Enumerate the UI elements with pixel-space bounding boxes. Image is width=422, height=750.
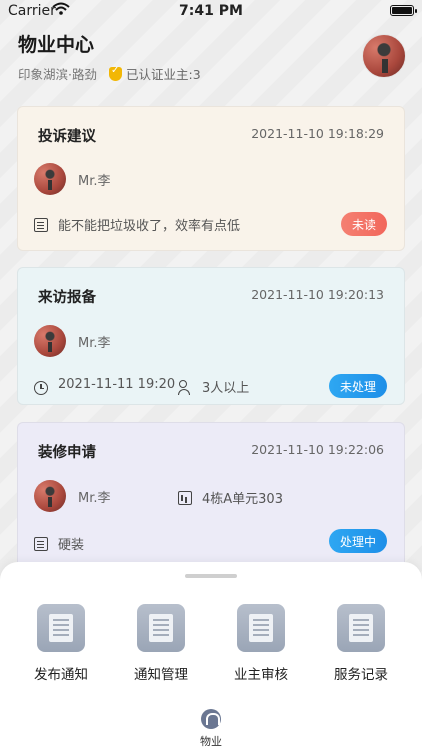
action-menu: 发布通知 通知管理 业主审核 服务记录 — [0, 604, 422, 684]
card-title: 来访报备 — [38, 290, 96, 306]
battery-icon — [390, 5, 417, 16]
card-visit[interactable]: 来访报备 2021-11-10 19:20:13 Mr.李 2021-11-11… — [17, 267, 405, 405]
header: 物业中心 印象湖滨·路劲 已认证业主:3 — [18, 30, 408, 100]
menu-label: 业主审核 — [234, 667, 288, 683]
card-detail-row: 能不能把垃圾收了，效率有点低 — [34, 215, 240, 234]
card-user: Mr.李 — [34, 324, 234, 358]
owner-review-icon — [237, 604, 285, 652]
card-date: 2021-11-10 19:22:06 — [251, 442, 384, 457]
unit-row: 4栋A单元303 — [178, 488, 283, 507]
profile-avatar[interactable] — [362, 34, 406, 78]
unit-number: 4栋A单元303 — [202, 492, 283, 507]
card-detail: 能不能把垃圾收了，效率有点低 — [58, 219, 241, 234]
card-detail-row: 硬装 — [34, 534, 84, 553]
document-icon — [34, 536, 48, 551]
card-user: Mr.李 — [34, 162, 234, 196]
card-title: 装修申请 — [38, 445, 96, 461]
status-badge[interactable]: 未读 — [340, 212, 387, 236]
service-record-icon — [337, 604, 385, 652]
status-badge[interactable]: 处理中 — [328, 529, 387, 553]
card-complaint[interactable]: 投诉建议 2021-11-10 19:18:29 Mr.李 能不能把垃圾收了，效… — [17, 106, 405, 251]
subtitle: 印象湖滨·路劲 已认证业主:3 — [18, 64, 201, 83]
menu-item-notice-manage[interactable]: 通知管理 — [121, 604, 201, 683]
menu-label: 发布通知 — [34, 667, 88, 683]
status-badge[interactable]: 未处理 — [328, 374, 387, 398]
card-renovation[interactable]: 装修申请 2021-11-10 19:22:06 Mr.李 4栋A单元303 硬… — [17, 422, 405, 572]
card-date: 2021-11-10 19:20:13 — [251, 287, 384, 302]
visit-time: 2021-11-11 19:20 — [58, 377, 176, 392]
visit-time-row: 2021-11-11 19:20 — [34, 377, 176, 395]
building-icon — [178, 490, 192, 505]
verified-badge: 已认证业主:3 — [108, 64, 201, 83]
menu-item-publish-notice[interactable]: 发布通知 — [21, 604, 101, 683]
document-icon — [34, 217, 48, 232]
user-name: Mr.李 — [78, 490, 111, 506]
visitors-count: 3人以上 — [202, 381, 250, 396]
tab-label: 物业 — [200, 735, 222, 748]
menu-label: 服务记录 — [334, 667, 388, 683]
card-date: 2021-11-10 19:18:29 — [251, 126, 384, 141]
menu-item-owner-review[interactable]: 业主审核 — [221, 604, 301, 683]
menu-label: 通知管理 — [134, 667, 188, 683]
notice-manage-icon — [137, 604, 185, 652]
shield-icon — [108, 65, 122, 81]
clock-icon — [34, 380, 48, 395]
user-name: Mr.李 — [78, 173, 111, 189]
verified-label: 已认证业主:3 — [125, 67, 201, 82]
tab-property[interactable]: 物业 — [191, 709, 231, 749]
avatar — [34, 163, 66, 195]
card-title: 投诉建议 — [38, 129, 96, 145]
property-tab-icon — [201, 709, 221, 729]
user-name: Mr.李 — [78, 335, 111, 351]
sheet-grabber[interactable] — [185, 574, 237, 578]
visitors-row: 3人以上 — [178, 377, 249, 396]
avatar — [34, 325, 66, 357]
status-bar: Carrier 7:41 PM — [0, 0, 422, 24]
status-time: 7:41 PM — [179, 3, 243, 19]
people-icon — [178, 379, 192, 395]
page-title: 物业中心 — [18, 34, 95, 56]
menu-item-service-record[interactable]: 服务记录 — [321, 604, 401, 683]
card-detail: 硬装 — [58, 538, 85, 553]
avatar — [34, 480, 66, 512]
bottom-sheet: 发布通知 通知管理 业主审核 服务记录 物业 — [0, 562, 422, 750]
publish-notice-icon — [37, 604, 85, 652]
community-name: 印象湖滨·路劲 — [18, 67, 97, 82]
